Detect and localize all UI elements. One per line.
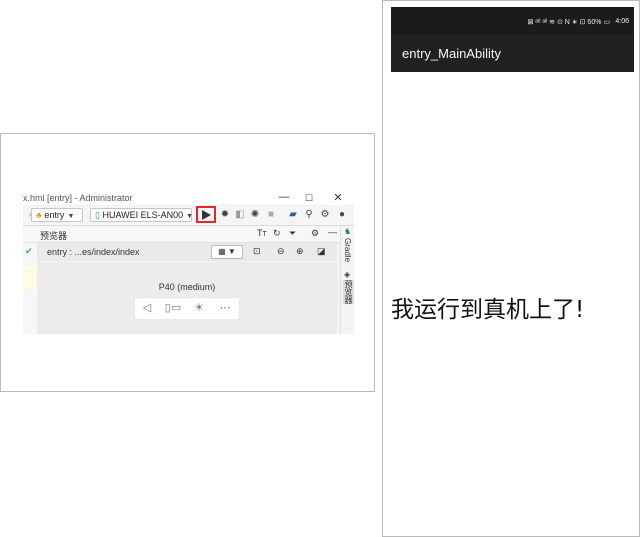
account-icon[interactable]: ● bbox=[336, 209, 348, 221]
checkmark-icon: ✔ bbox=[25, 246, 33, 256]
stop-icon[interactable]: ■ bbox=[265, 209, 277, 221]
gradle-icon: ♞ bbox=[344, 227, 352, 236]
maximize-button[interactable]: ☐ bbox=[302, 193, 316, 204]
ide-toolbar: › ♣ entry ▼ ▯ HUAWEI ELS-AN00 ▼ ✹ ◧ ✺ ■ ▰ … bbox=[23, 206, 354, 226]
phone-screenshot-frame: ⊠ ᵃᵗˡ ᵃˡˡ ≋ ⊙ N ∗ ⊡ 60% ▭ 4:06 entry_Mai… bbox=[382, 0, 640, 537]
module-select[interactable]: ♣ entry ▼ bbox=[31, 208, 83, 222]
minimize-button[interactable]: — bbox=[277, 192, 291, 203]
main-content-text: 我运行到真机上了! bbox=[391, 297, 585, 323]
previewer-tab-icon: ◈ bbox=[344, 270, 351, 279]
project-structure-icon[interactable]: ▰ bbox=[287, 209, 299, 221]
device-select-value: HUAWEI ELS-AN00 bbox=[102, 210, 184, 220]
run-button[interactable] bbox=[196, 206, 216, 223]
layout-mode-select[interactable]: ▦ ▼ bbox=[211, 245, 243, 259]
profile-icon[interactable]: ✺ bbox=[249, 209, 261, 221]
preview-toolbar: entry : ...es/index/index ▦ ▼ ⊡ ⊖ ⊕ ◪ bbox=[37, 243, 337, 261]
run-icon bbox=[202, 210, 211, 220]
back-icon[interactable]: ◁ bbox=[135, 301, 159, 314]
search-icon[interactable]: ⚲ bbox=[303, 209, 315, 221]
inspector-icon[interactable]: ⊡ bbox=[253, 246, 261, 257]
status-time: 4:06 bbox=[615, 18, 629, 25]
app-title: entry_MainAbility bbox=[402, 46, 501, 61]
zoom-out-icon[interactable]: ⊖ bbox=[277, 246, 285, 257]
more-icon[interactable]: ⋯ bbox=[213, 301, 237, 314]
ide-window: x.hml [entry] - Administrator — ☐ ✕ › ♣ … bbox=[23, 192, 354, 334]
window-title: x.hml [entry] - Administrator bbox=[23, 193, 133, 203]
right-tool-sidebar: ♞ Gradle ◈ 预览器 bbox=[340, 226, 354, 334]
module-icon: ♣ bbox=[36, 210, 42, 220]
module-select-value: entry bbox=[44, 210, 65, 220]
editor-highlight-line bbox=[23, 266, 37, 290]
debug-icon[interactable]: ✹ bbox=[219, 209, 231, 221]
close-button[interactable]: ✕ bbox=[331, 192, 345, 204]
font-size-icon[interactable]: TT bbox=[257, 228, 267, 238]
attach-debugger-icon[interactable]: ◧ bbox=[234, 209, 246, 221]
device-control-bar: ◁ ▯▭ ☀ ⋯ bbox=[135, 298, 239, 319]
previewer-label: 预览器 bbox=[40, 231, 68, 241]
fit-screen-icon[interactable]: ◪ bbox=[317, 246, 326, 257]
filter-icon[interactable]: ⏷ bbox=[289, 228, 296, 239]
device-name-label: P40 (medium) bbox=[158, 282, 216, 292]
rotate-icon[interactable]: ▯▭ bbox=[161, 301, 185, 314]
hide-panel-icon[interactable]: — bbox=[328, 227, 337, 237]
brightness-icon[interactable]: ☀ bbox=[187, 301, 211, 314]
zoom-in-icon[interactable]: ⊕ bbox=[296, 246, 304, 257]
settings-gear-icon[interactable]: ⚙ bbox=[319, 209, 331, 221]
device-icon: ▯ bbox=[95, 210, 100, 220]
previewer-tab[interactable]: 预览器 bbox=[343, 280, 354, 304]
app-bar: entry_MainAbility bbox=[391, 35, 634, 72]
device-select[interactable]: ▯ HUAWEI ELS-AN00 ▼ bbox=[90, 208, 194, 222]
gradle-tab[interactable]: Gradle bbox=[343, 238, 352, 262]
status-bar: ⊠ ᵃᵗˡ ᵃˡˡ ≋ ⊙ N ∗ ⊡ 60% ▭ 4:06 bbox=[391, 7, 634, 35]
status-icons: ⊠ ᵃᵗˡ ᵃˡˡ ≋ ⊙ N ∗ ⊡ 60% ▭ bbox=[527, 19, 610, 26]
panel-settings-icon[interactable]: ⚙ bbox=[311, 228, 319, 239]
ide-screenshot-frame: x.hml [entry] - Administrator — ☐ ✕ › ♣ … bbox=[0, 133, 375, 392]
refresh-icon[interactable]: ↻ bbox=[273, 228, 281, 239]
ide-titlebar: x.hml [entry] - Administrator — ☐ ✕ bbox=[23, 192, 354, 205]
chevron-down-icon: ▼ bbox=[67, 213, 75, 220]
chevron-down-icon: ▼ bbox=[186, 213, 194, 220]
previewer-header: 预览器 TT ↻ ⏷ ⚙ — bbox=[23, 226, 354, 243]
preview-canvas: P40 (medium) ◁ ▯▭ ☀ ⋯ bbox=[37, 262, 337, 334]
preview-path: entry : ...es/index/index bbox=[47, 247, 140, 257]
